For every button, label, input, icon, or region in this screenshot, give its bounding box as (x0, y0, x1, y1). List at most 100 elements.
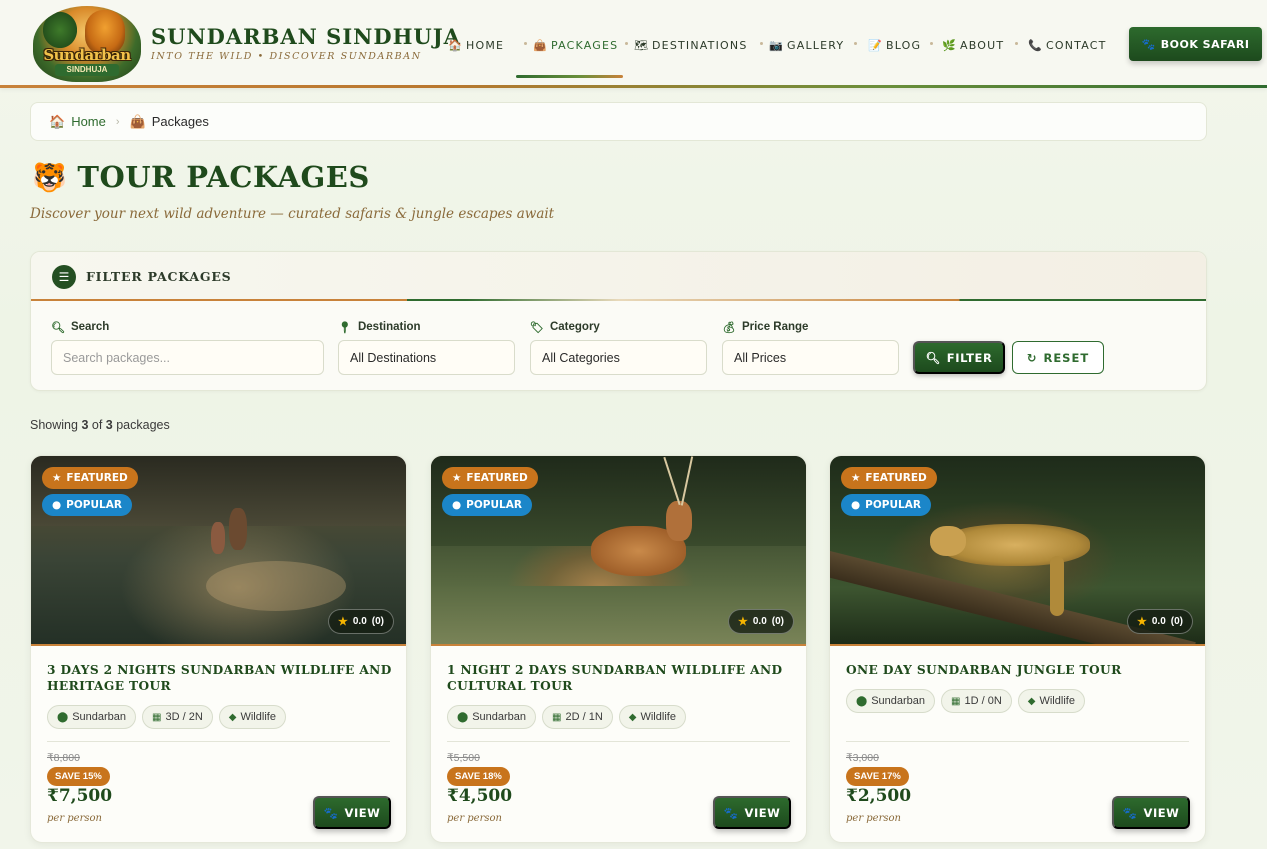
popular-badge: ● POPULAR (841, 494, 931, 516)
nav-blog[interactable]: 📝 BLOG (868, 37, 921, 53)
category-text: Wildlife (240, 711, 276, 723)
popular-label: POPULAR (466, 499, 522, 511)
breadcrumb-home-label: Home (71, 114, 106, 129)
leaf-icon: 🌿 (942, 38, 957, 52)
destination-label: 📍︎ Destination (338, 320, 515, 334)
duration-text: 1D / 0N (964, 695, 1002, 707)
nav-home[interactable]: 🏠 HOME (448, 37, 504, 53)
book-safari-label: BOOK SAFARI (1160, 37, 1250, 51)
per-person-label: per person (47, 813, 102, 824)
star-icon: ★ (1136, 616, 1147, 628)
category-label-text: Category (549, 321, 600, 333)
results-count: Showing 3 of 3 packages (30, 418, 170, 432)
package-price: ₹2,500 (846, 786, 912, 806)
chevron-right-icon: › (115, 115, 120, 128)
star-icon: ★ (452, 472, 462, 484)
location-text: Sundarban (472, 711, 527, 723)
filter-button[interactable]: 🔍︎ FILTER (913, 341, 1005, 374)
nav-about-label: ABOUT (960, 38, 1005, 52)
fire-icon: ● (851, 499, 861, 511)
original-price: ₹5,500 (447, 752, 480, 764)
coins-icon: 💰︎ (722, 321, 736, 334)
nav-contact[interactable]: 📞 CONTACT (1028, 37, 1107, 53)
results-total: 3 (105, 418, 113, 432)
view-button-label: VIEW (744, 805, 781, 820)
nav-packages[interactable]: 👜 PACKAGES (533, 37, 618, 53)
page-title: 🐯 TOUR PACKAGES (32, 160, 370, 194)
per-person-label: per person (846, 813, 901, 824)
package-title[interactable]: One Day Sundarban Jungle Tour (846, 662, 1191, 678)
view-button-label: VIEW (344, 805, 381, 820)
site-logo[interactable]: Sundarban SINDHUJA (33, 6, 141, 82)
breadcrumb-home[interactable]: 🏠 Home (49, 114, 106, 130)
bag-icon: 👜 (533, 38, 548, 52)
filter-header: ☰ FILTER PACKAGES (31, 252, 1206, 301)
nav-about[interactable]: 🌿 ABOUT (942, 37, 1004, 53)
category-text: Wildlife (1039, 695, 1075, 707)
nav-separator (625, 42, 628, 45)
nav-gallery-label: GALLERY (787, 38, 845, 52)
package-price: ₹4,500 (447, 786, 513, 806)
discount-badge: SAVE 15% (47, 767, 110, 786)
tag-icon: ◆ (628, 711, 637, 723)
reset-button[interactable]: ↻ RESET (1012, 341, 1104, 374)
nav-separator (854, 42, 857, 45)
rating-badge: ★ 0.0 (0) (727, 609, 794, 634)
search-label-text: Search (70, 321, 110, 333)
nav-separator (760, 42, 763, 45)
star-icon: ★ (337, 616, 348, 628)
category-text: Wildlife (640, 711, 676, 723)
fisherman-shape (229, 508, 247, 550)
filter-panel: ☰ FILTER PACKAGES 🔍︎ Search Search packa… (30, 251, 1207, 391)
home-icon: 🏠 (49, 113, 66, 129)
sliders-icon: ☰ (52, 265, 76, 289)
package-title[interactable]: 3 Days 2 Nights Sundarban Wildlife and H… (47, 662, 392, 694)
map-pin-icon: 📍︎ (338, 321, 352, 334)
view-button[interactable]: 🐾 VIEW (1112, 796, 1190, 829)
brand-title[interactable]: SUNDARBAN SINDHUJA (151, 24, 461, 49)
reset-button-label: RESET (1043, 350, 1090, 365)
book-safari-button[interactable]: 🐾 BOOK SAFARI (1129, 27, 1262, 61)
review-count: (0) (1170, 616, 1183, 627)
results-of: of (91, 418, 103, 432)
nav-blog-label: BLOG (886, 38, 922, 52)
featured-label: FEATURED (466, 472, 528, 484)
location-tag: ⬤ Sundarban (47, 705, 137, 729)
package-tags: ⬤ Sundarban ▦ 3D / 2N ◆ Wildlife (47, 705, 286, 729)
price-group: 💰︎ Price Range All Prices (722, 320, 899, 375)
duration-tag: ▦ 2D / 1N (542, 705, 613, 729)
discount-badge: SAVE 18% (447, 767, 510, 786)
paw-icon: 🐾 (1141, 37, 1156, 51)
tag-icon: ◆ (228, 711, 237, 723)
site-header: Sundarban SINDHUJA SUNDARBAN SINDHUJA IN… (0, 0, 1267, 88)
nav-gallery[interactable]: 📷 GALLERY (769, 37, 844, 53)
package-title[interactable]: 1 Night 2 Days Sundarban Wildlife and Cu… (447, 662, 792, 694)
leopard-leg-shape (1050, 556, 1064, 616)
original-price: ₹3,000 (846, 752, 879, 764)
nav-separator (1015, 42, 1018, 45)
view-button[interactable]: 🐾 VIEW (313, 796, 391, 829)
view-button[interactable]: 🐾 VIEW (713, 796, 791, 829)
search-input[interactable]: Search packages... (51, 340, 324, 375)
package-card[interactable]: ★ FEATURED ● POPULAR ★ 0.0 (0) One Day S… (829, 455, 1206, 843)
page-subtitle: Discover your next wild adventure — cura… (30, 206, 555, 222)
fire-icon: ● (452, 499, 462, 511)
destination-select[interactable]: All Destinations (338, 340, 515, 375)
duration-tag: ▦ 3D / 2N (142, 705, 213, 729)
review-count: (0) (371, 616, 384, 627)
destination-group: 📍︎ Destination All Destinations (338, 320, 515, 375)
package-price: ₹7,500 (47, 786, 113, 806)
popular-badge: ● POPULAR (442, 494, 532, 516)
package-card[interactable]: ★ FEATURED ● POPULAR ★ 0.0 (0) 3 Days 2 … (30, 455, 407, 843)
fishing-net-shape (206, 561, 346, 611)
discount-badge: SAVE 17% (846, 767, 909, 786)
category-select[interactable]: All Categories (530, 340, 707, 375)
card-divider (447, 741, 790, 742)
package-card[interactable]: ★ FEATURED ● POPULAR ★ 0.0 (0) 1 Night 2… (430, 455, 807, 843)
filter-title: FILTER PACKAGES (86, 269, 232, 284)
nav-destinations[interactable]: 🗺 DESTINATIONS (634, 37, 748, 53)
category-tag: ◆ Wildlife (618, 705, 686, 729)
search-icon: 🔍︎ (51, 321, 65, 334)
price-select[interactable]: All Prices (722, 340, 899, 375)
results-prefix: Showing (30, 418, 78, 432)
